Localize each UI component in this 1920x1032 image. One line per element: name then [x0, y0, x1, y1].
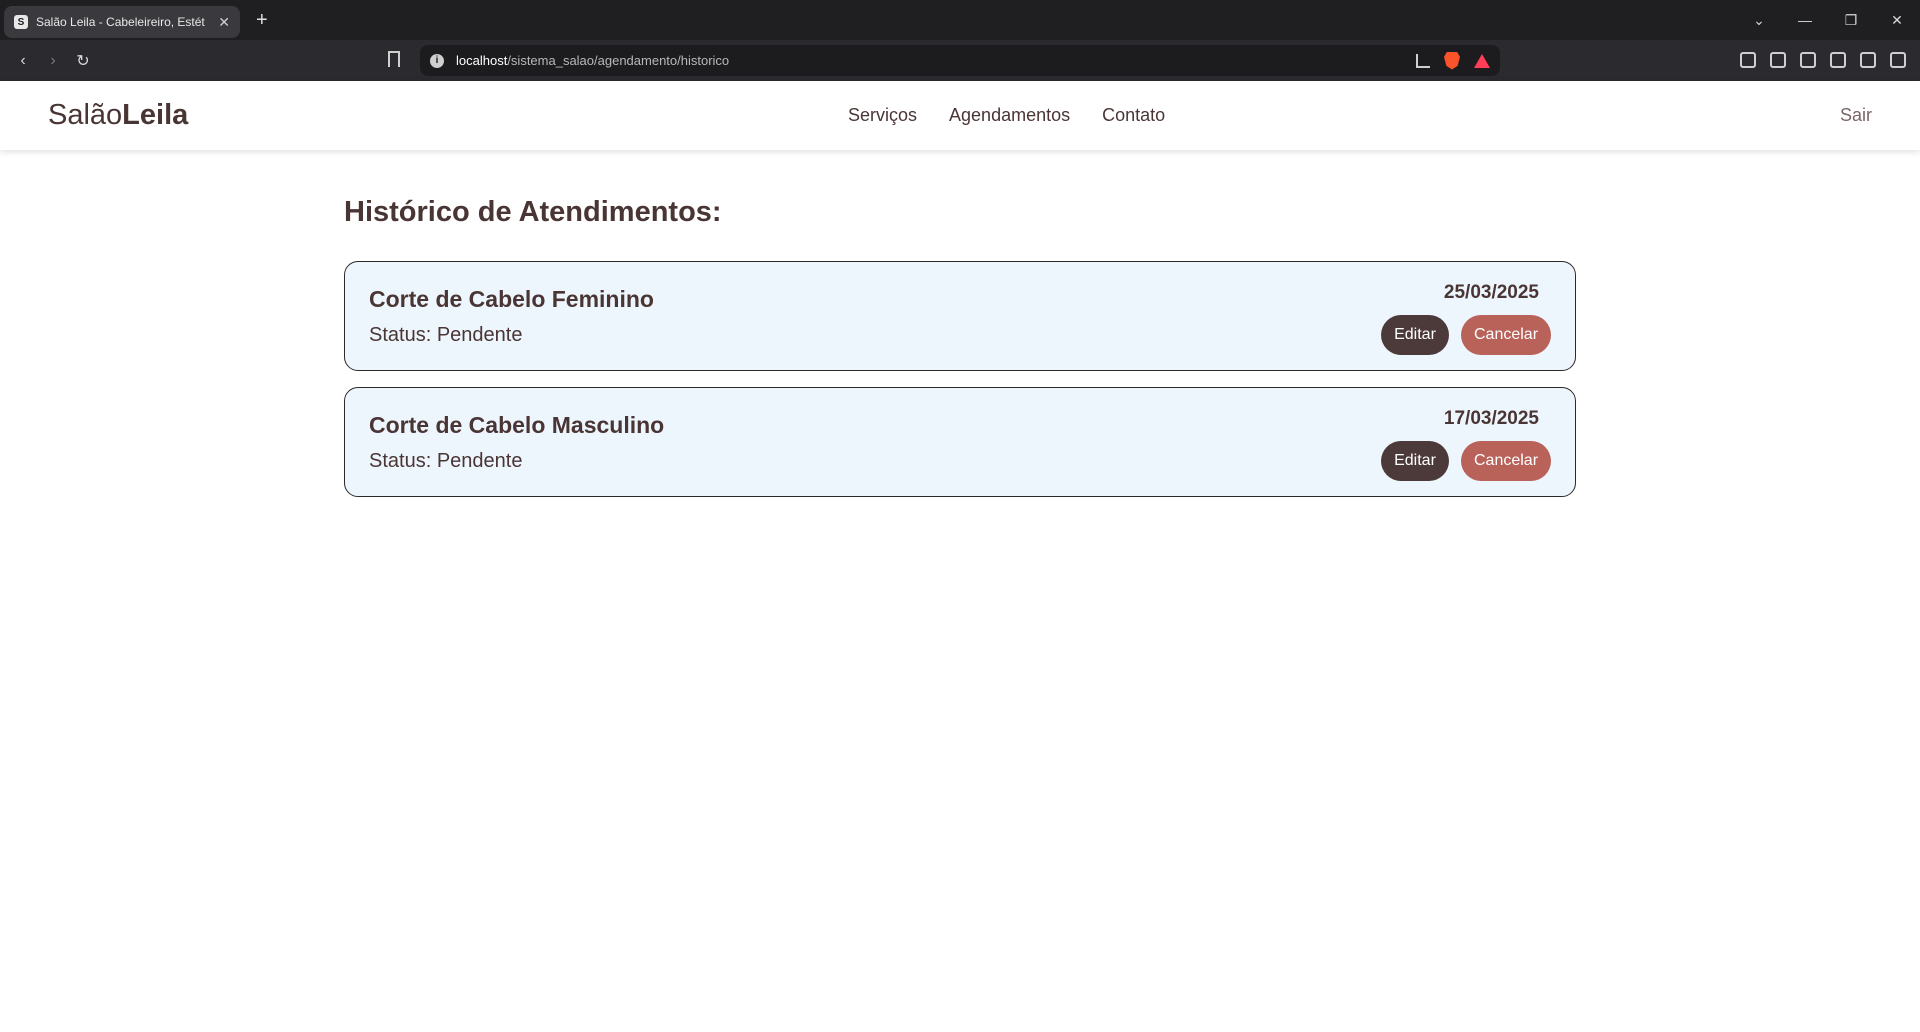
- address-bar[interactable]: i localhost /sistema_salao/agendamento/h…: [420, 45, 1500, 76]
- tab-search-icon[interactable]: ⌄: [1736, 12, 1782, 29]
- window-controls: ⌄ — ❐ ✕: [1736, 0, 1920, 40]
- brave-shields-icon[interactable]: [1444, 51, 1460, 70]
- service-name: Corte de Cabelo Feminino: [369, 286, 654, 312]
- logo-regular: Salão: [48, 99, 123, 131]
- logo-bold: Leila: [122, 99, 189, 131]
- cancel-button[interactable]: Cancelar: [1461, 441, 1551, 481]
- site-info-icon[interactable]: i: [430, 53, 444, 68]
- appointment-status: Status: Pendente: [369, 324, 523, 346]
- restore-icon[interactable]: ❐: [1828, 12, 1874, 29]
- logout-link[interactable]: Sair: [1840, 105, 1872, 126]
- main-nav: Serviços Agendamentos Contato: [848, 81, 1165, 150]
- brave-rewards-icon[interactable]: [1474, 53, 1490, 68]
- browser-tab[interactable]: S Salão Leila - Cabeleireiro, Estét ✕: [4, 6, 240, 38]
- card-actions: Editar Cancelar: [1381, 441, 1551, 481]
- back-icon[interactable]: ‹: [8, 52, 38, 70]
- menu-icon[interactable]: [1890, 52, 1906, 68]
- nav-link-agendamentos[interactable]: Agendamentos: [949, 105, 1070, 126]
- browser-tabbar: S Salão Leila - Cabeleireiro, Estét ✕ + …: [0, 0, 1920, 40]
- site-logo[interactable]: SalãoLeila: [48, 99, 188, 132]
- wallet-icon[interactable]: [1800, 52, 1816, 68]
- window-close-icon[interactable]: ✕: [1874, 12, 1920, 29]
- appointment-date: 25/03/2025: [1443, 282, 1539, 303]
- site-header: SalãoLeila Serviços Agendamentos Contato…: [0, 81, 1920, 150]
- cancel-button[interactable]: Cancelar: [1461, 315, 1551, 355]
- edit-button[interactable]: Editar: [1381, 441, 1449, 481]
- browser-toolbar: ‹ › ↻ i localhost /sistema_salao/agendam…: [0, 40, 1920, 81]
- share-icon[interactable]: [1416, 53, 1430, 68]
- appointment-card: Corte de Cabelo Feminino Status: Pendent…: [344, 261, 1576, 371]
- history-section: Histórico de Atendimentos: Corte de Cabe…: [344, 196, 1576, 513]
- appointment-status: Status: Pendente: [369, 450, 523, 472]
- bookmark-icon[interactable]: [388, 51, 400, 67]
- site-favicon-icon: S: [14, 15, 28, 29]
- extension-icons: [1740, 52, 1906, 68]
- close-icon[interactable]: ✕: [218, 14, 230, 31]
- nav-link-contato[interactable]: Contato: [1102, 105, 1165, 126]
- nav-link-servicos[interactable]: Serviços: [848, 105, 917, 126]
- card-actions: Editar Cancelar: [1381, 315, 1551, 355]
- forward-icon[interactable]: ›: [38, 52, 68, 70]
- appointment-date: 17/03/2025: [1443, 408, 1539, 429]
- extensions-icon[interactable]: [1740, 52, 1756, 68]
- url-host: localhost: [456, 53, 508, 68]
- page-title: Histórico de Atendimentos:: [344, 196, 722, 228]
- service-name: Corte de Cabelo Masculino: [369, 412, 665, 438]
- minimize-icon[interactable]: —: [1782, 12, 1828, 28]
- edit-button[interactable]: Editar: [1381, 315, 1449, 355]
- tab-title: Salão Leila - Cabeleireiro, Estét: [36, 15, 205, 29]
- url-path: /sistema_salao/agendamento/historico: [507, 53, 730, 68]
- sidebar-icon[interactable]: [1770, 52, 1786, 68]
- vpn-icon[interactable]: [1860, 52, 1876, 68]
- leo-ai-icon[interactable]: [1830, 52, 1846, 68]
- new-tab-icon[interactable]: +: [256, 9, 268, 32]
- reload-icon[interactable]: ↻: [68, 51, 98, 71]
- appointment-card: Corte de Cabelo Masculino Status: Penden…: [344, 387, 1576, 497]
